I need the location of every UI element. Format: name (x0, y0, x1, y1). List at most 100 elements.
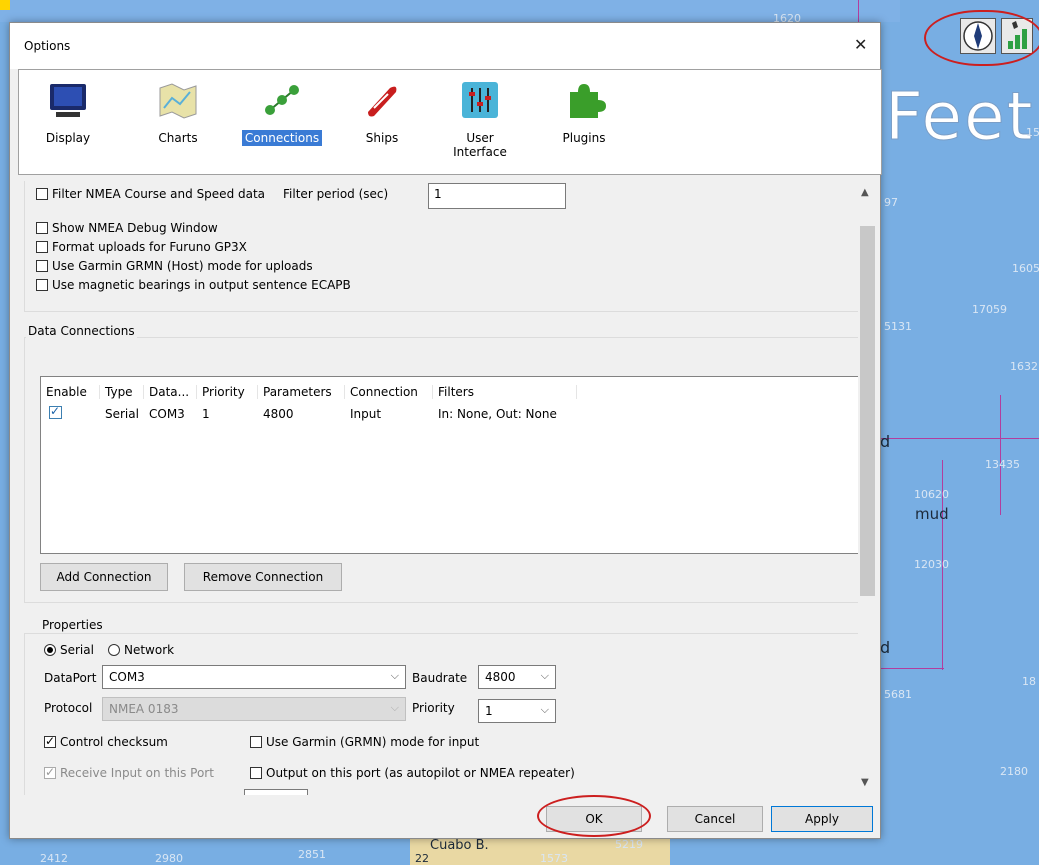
column-header[interactable]: Priority (197, 385, 258, 399)
depth-sounding: 12030 (914, 558, 949, 571)
tab-user-interface-label: User Interface (453, 131, 507, 159)
baudrate-label: Baudrate (412, 671, 468, 685)
magnetic-label: Use magnetic bearings in output sentence… (52, 278, 351, 292)
add-connection-button[interactable]: Add Connection (40, 563, 168, 591)
depth-sounding: 5681 (884, 688, 912, 701)
magnetic-checkbox[interactable] (36, 279, 48, 291)
place-label: Cuabo B. (430, 838, 489, 853)
checksum-checkbox[interactable] (44, 734, 56, 748)
output-label: Output on this port (as autopilot or NME… (266, 766, 575, 780)
garmin-upload-row: Use Garmin GRMN (Host) mode for uploads (36, 259, 313, 273)
monitor-icon (50, 84, 86, 117)
scroll-up-icon[interactable]: ▲ (861, 187, 869, 198)
highlight-oval (537, 795, 651, 837)
tab-connections[interactable]: Connections (237, 78, 327, 147)
remove-connection-button[interactable]: Remove Connection (184, 563, 342, 591)
tab-charts-label: Charts (158, 131, 198, 145)
connections-list[interactable]: Enable Type Data... Priority Parameters … (40, 376, 860, 554)
depth-sounding: 17059 (972, 303, 1007, 316)
tab-ships[interactable]: Ships (337, 78, 427, 146)
furuno-checkbox[interactable] (36, 241, 48, 253)
apply-button[interactable]: Apply (771, 806, 873, 832)
partial-input[interactable] (244, 789, 308, 795)
priority-value: 1 (485, 704, 493, 718)
depth-sounding: 15 (1026, 126, 1039, 139)
baudrate-select[interactable]: 4800 ⌵ (478, 665, 556, 689)
depth-sounding: 2980 (155, 852, 183, 865)
column-header[interactable]: Type (100, 385, 144, 399)
table-row[interactable]: Serial COM3 1 4800 Input In: None, Out: … (41, 403, 577, 425)
scroll-down-icon[interactable]: ▼ (861, 777, 869, 788)
debug-checkbox[interactable] (36, 222, 48, 234)
sliders-icon (462, 82, 498, 118)
protocol-value: NMEA 0183 (109, 702, 179, 716)
depth-sounding: 10620 (914, 488, 949, 501)
magnetic-row: Use magnetic bearings in output sentence… (36, 278, 351, 292)
dataport-select[interactable]: COM3 ⌵ (102, 665, 406, 689)
chart-label: d (880, 638, 891, 657)
properties-label: Properties (40, 618, 105, 632)
close-icon[interactable]: ✕ (854, 35, 867, 54)
checksum-row: Control checksum (44, 734, 168, 749)
priority-cell: 1 (202, 407, 210, 421)
baudrate-value: 4800 (485, 670, 516, 684)
type-cell: Serial (105, 407, 139, 421)
furuno-label: Format uploads for Furuno GP3X (52, 240, 247, 254)
debug-label: Show NMEA Debug Window (52, 221, 218, 235)
protocol-select[interactable]: NMEA 0183 ⌵ (102, 697, 406, 721)
network-radio[interactable] (107, 644, 120, 656)
chevron-down-icon: ⌵ (390, 669, 399, 682)
dialog-title: Options (24, 39, 71, 53)
filter-nmea-checkbox[interactable] (36, 188, 48, 200)
garmin-upload-checkbox[interactable] (36, 260, 48, 272)
garmin-upload-label: Use Garmin GRMN (Host) mode for uploads (52, 259, 313, 273)
garmin-input-row: Use Garmin (GRMN) mode for input (250, 735, 479, 749)
parameters-cell: 4800 (263, 407, 294, 421)
enable-cell (41, 406, 100, 422)
protocol-label: Protocol (44, 701, 93, 715)
filter-period-label: Filter period (sec) (283, 187, 389, 201)
column-header[interactable]: Data... (144, 385, 197, 399)
column-header[interactable]: Parameters (258, 385, 345, 399)
chevron-down-icon: ⌵ (390, 701, 399, 714)
column-header[interactable]: Enable (41, 385, 100, 399)
column-header[interactable]: Connection (345, 385, 433, 399)
dialog-titlebar[interactable]: Options ✕ (10, 23, 880, 69)
connections-panel: Filter NMEA Course and Speed data Filter… (24, 181, 876, 795)
enable-checkbox[interactable] (49, 406, 62, 419)
receive-checkbox[interactable] (44, 765, 56, 779)
garmin-input-checkbox[interactable] (250, 736, 262, 748)
chart-label: d (880, 432, 891, 451)
serial-radio[interactable] (44, 644, 56, 656)
tab-user-interface[interactable]: User Interface (435, 78, 525, 160)
seabed-label: mud (915, 505, 949, 523)
tab-display[interactable]: Display (23, 78, 113, 146)
scrollbar-thumb[interactable] (860, 226, 875, 596)
checksum-label: Control checksum (60, 735, 168, 749)
filter-nmea-row: Filter NMEA Course and Speed data Filter… (36, 187, 388, 201)
priority-label: Priority (412, 701, 455, 715)
puzzle-icon (570, 84, 606, 118)
priority-select[interactable]: 1 ⌵ (478, 699, 556, 723)
dataport-cell: COM3 (149, 407, 185, 421)
network-label: Network (123, 643, 175, 657)
depth-sounding: 1632 (1010, 360, 1038, 373)
options-toolbar: Display Charts Connections Ships User In… (18, 69, 882, 175)
depth-sounding: 97 (884, 196, 898, 209)
column-header[interactable]: Filters (433, 385, 577, 399)
output-checkbox[interactable] (250, 767, 262, 779)
tab-plugins[interactable]: Plugins (539, 78, 629, 146)
depth-sounding: 2851 (298, 848, 326, 861)
options-dialog: Options ✕ Display Charts Connections Shi… (9, 22, 882, 839)
vertical-scrollbar[interactable]: ▲ ▼ (858, 181, 876, 795)
tab-plugins-label: Plugins (562, 131, 606, 145)
depth-sounding: 13435 (985, 458, 1020, 471)
filter-nmea-label: Filter NMEA Course and Speed data (52, 187, 266, 201)
chart-units-label: Feet (884, 78, 1035, 156)
filter-period-input[interactable]: 1 (428, 183, 566, 209)
depth-sounding: 2412 (40, 852, 68, 865)
tab-charts[interactable]: Charts (133, 78, 223, 146)
tab-ships-label: Ships (365, 131, 399, 145)
ship-icon (368, 86, 397, 117)
cancel-button[interactable]: Cancel (667, 806, 763, 832)
